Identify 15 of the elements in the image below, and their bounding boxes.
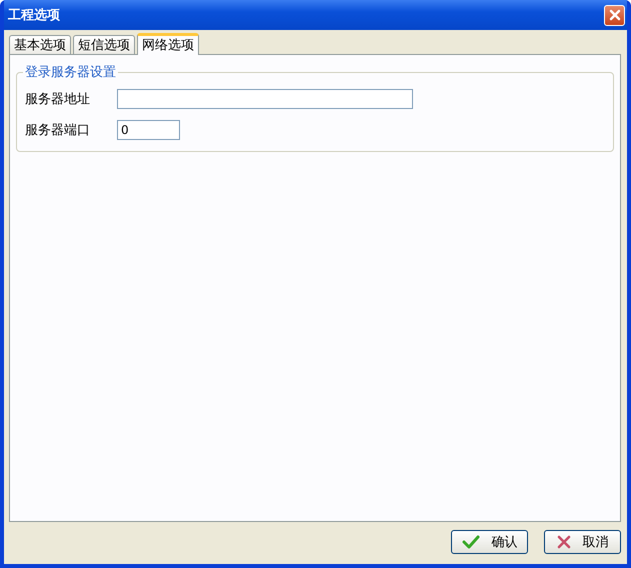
input-field[interactable]: [117, 88, 413, 108]
input-field[interactable]: 0: [117, 120, 180, 140]
cancel-button[interactable]: 取消: [544, 530, 621, 554]
check-icon: [462, 535, 480, 549]
window-title: 工程选项: [8, 7, 60, 24]
group-title: 登录服务器设置: [24, 64, 117, 81]
confirm-button[interactable]: 确认: [451, 530, 528, 554]
cross-icon: [556, 535, 570, 549]
tab[interactable]: 网络选项: [137, 33, 199, 55]
tab[interactable]: 基本选项: [9, 35, 71, 54]
field-label: 服务器地址: [25, 90, 91, 108]
tab[interactable]: 短信选项: [73, 35, 135, 54]
close-button[interactable]: [604, 4, 625, 26]
field-label: 服务器端口: [25, 122, 91, 138]
close-icon: [608, 8, 622, 22]
